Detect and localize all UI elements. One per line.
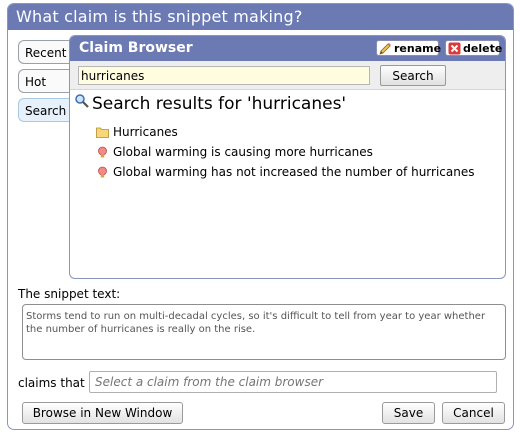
tab-hot[interactable]: Hot: [18, 69, 76, 93]
tab-search-label: Search: [25, 104, 67, 118]
claim-dialog: What claim is this snippet making? Recen…: [7, 3, 514, 430]
rename-button[interactable]: rename: [376, 40, 442, 56]
result-claim-not-increased[interactable]: Global warming has not increased the num…: [96, 165, 474, 179]
delete-button[interactable]: delete: [445, 40, 503, 56]
search-row: Search: [70, 61, 505, 90]
results-heading: Search results for 'hurricanes': [92, 94, 347, 114]
browse-new-window-button[interactable]: Browse in New Window: [22, 402, 183, 424]
claim-browser-header: Claim Browser rename delete: [70, 36, 505, 61]
tab-search[interactable]: Search: [18, 98, 76, 122]
rename-label: rename: [394, 42, 442, 55]
result-folder-hurricanes[interactable]: Hurricanes: [96, 125, 178, 139]
magnifier-icon: [75, 94, 89, 108]
result-claim-causing-more[interactable]: Global warming is causing more hurricane…: [96, 145, 373, 159]
claim-bulb-icon: [98, 166, 107, 178]
claim-bulb-icon: [98, 146, 107, 158]
search-input[interactable]: [78, 66, 370, 85]
save-button[interactable]: Save: [382, 402, 435, 424]
snippet-label: The snippet text:: [18, 287, 121, 301]
delete-x-icon: [448, 42, 461, 55]
pencil-icon: [379, 43, 391, 55]
claim-input[interactable]: [89, 371, 497, 393]
result-label: Hurricanes: [113, 125, 178, 139]
tab-hot-label: Hot: [25, 75, 47, 89]
claim-browser-title: Claim Browser: [79, 40, 193, 56]
tab-recent-label: Recent: [25, 46, 67, 60]
claim-browser-panel: Claim Browser rename delete Search: [69, 35, 506, 279]
claims-label: claims that: [18, 376, 85, 390]
delete-label: delete: [463, 42, 503, 55]
folder-icon: [96, 127, 109, 138]
tab-recent[interactable]: Recent: [18, 40, 76, 64]
dialog-title: What claim is this snippet making?: [8, 4, 513, 30]
result-label: Global warming is causing more hurricane…: [113, 145, 373, 159]
search-button[interactable]: Search: [380, 65, 446, 86]
cancel-button[interactable]: Cancel: [442, 402, 505, 424]
result-label: Global warming has not increased the num…: [113, 165, 475, 179]
snippet-text: Storms tend to run on multi-decadal cycl…: [22, 304, 506, 360]
